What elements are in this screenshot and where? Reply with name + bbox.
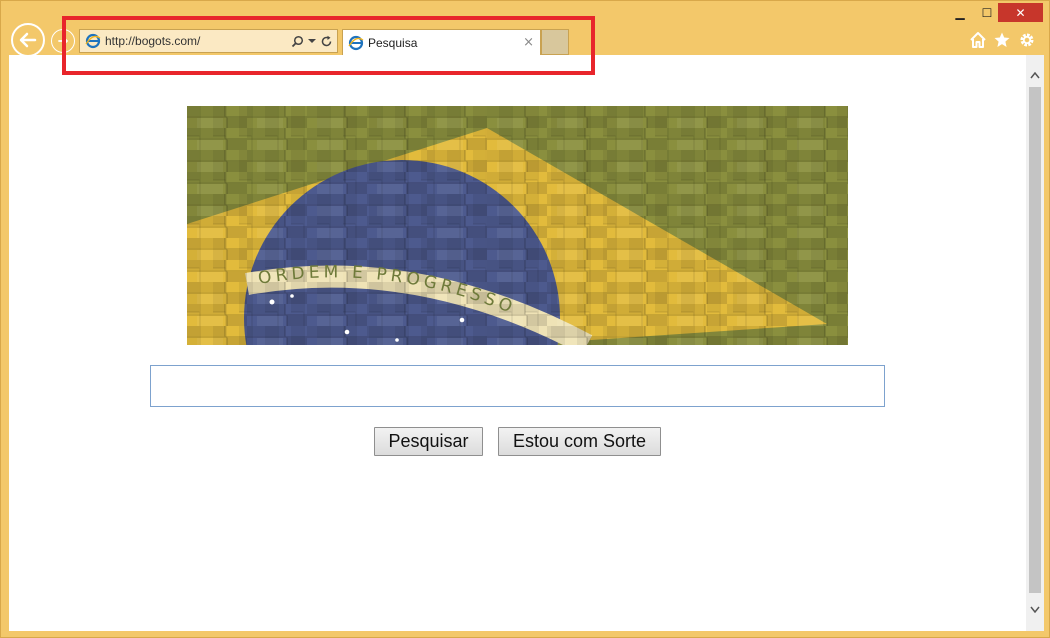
- vertical-scrollbar[interactable]: [1026, 55, 1044, 631]
- lucky-button[interactable]: Estou com Sorte: [498, 427, 661, 456]
- maximize-button[interactable]: ☐: [976, 3, 998, 22]
- brazil-flag-banner: ORDEM E PROGRESSO: [187, 106, 848, 345]
- scroll-up-button[interactable]: [1026, 65, 1044, 85]
- star-icon[interactable]: [992, 30, 1012, 50]
- back-arrow-icon: [19, 32, 37, 48]
- minimize-button[interactable]: ▁: [949, 3, 971, 22]
- page-content: ORDEM E PROGRESSO Pesquisar Estou com So…: [9, 55, 1026, 631]
- search-input[interactable]: [150, 365, 885, 407]
- gear-icon[interactable]: [1017, 30, 1037, 50]
- scroll-thumb[interactable]: [1029, 87, 1041, 593]
- search-button[interactable]: Pesquisar: [374, 427, 483, 456]
- back-button[interactable]: [11, 23, 45, 57]
- home-icon[interactable]: [968, 30, 988, 50]
- scroll-down-button[interactable]: [1026, 599, 1044, 619]
- red-highlight-annotation: [62, 16, 595, 75]
- browser-window: ▁ ☐ ✕ http://bogots.com/ Pesquisa × ORDE…: [0, 0, 1050, 638]
- close-button[interactable]: ✕: [998, 3, 1043, 22]
